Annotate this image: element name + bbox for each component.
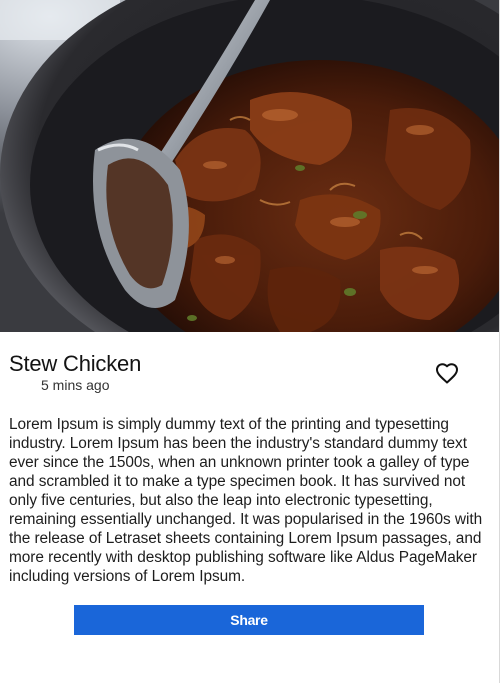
share-button[interactable]: Share xyxy=(74,605,424,635)
recipe-photo xyxy=(0,0,499,332)
heart-outline-icon xyxy=(436,363,458,384)
favorite-button[interactable] xyxy=(434,361,460,385)
recipe-description: Lorem Ipsum is simply dummy text of the … xyxy=(9,416,483,585)
recipe-title: Stew Chicken xyxy=(9,351,142,376)
recipe-timestamp: 5 mins ago xyxy=(41,377,110,393)
recipe-card: Stew Chicken 5 mins ago Lorem Ipsum is s… xyxy=(0,0,500,683)
